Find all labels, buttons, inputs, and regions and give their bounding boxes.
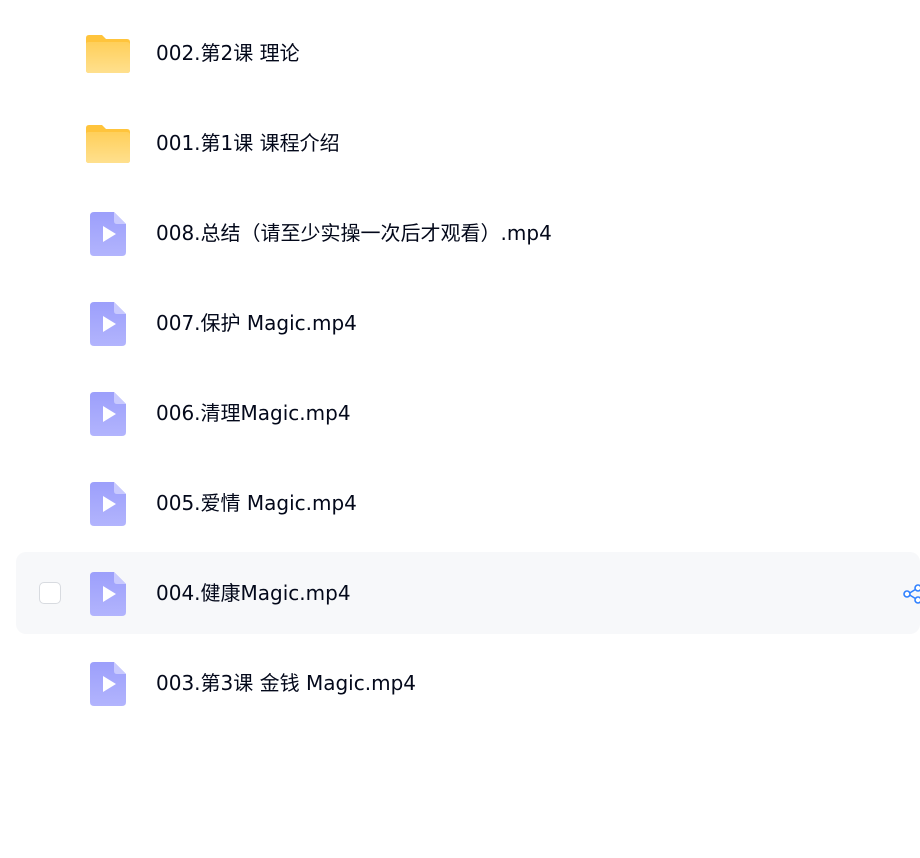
file-row[interactable]: 004.健康Magic.mp4 (16, 552, 920, 634)
file-row[interactable]: 006.清理Magic.mp4 (16, 372, 920, 454)
video-file-icon (84, 570, 132, 618)
file-name[interactable]: 001.第1课 课程介绍 (156, 102, 340, 184)
file-name[interactable]: 003.第3课 金钱 Magic.mp4 (156, 642, 416, 724)
video-file-icon (84, 660, 132, 708)
file-row[interactable]: 008.总结（请至少实操一次后才观看）.mp4 (16, 192, 920, 274)
video-file-icon (84, 300, 132, 348)
file-name[interactable]: 005.爱情 Magic.mp4 (156, 462, 357, 544)
video-file-icon (84, 480, 132, 528)
folder-icon (84, 30, 132, 78)
file-name[interactable]: 004.健康Magic.mp4 (156, 552, 351, 634)
file-name[interactable]: 002.第2课 理论 (156, 12, 300, 94)
file-name[interactable]: 006.清理Magic.mp4 (156, 372, 351, 454)
file-name[interactable]: 008.总结（请至少实操一次后才观看）.mp4 (156, 192, 552, 274)
video-file-icon (84, 390, 132, 438)
file-list: 002.第2课 理论 001.第1课 课程介绍 008.总结（请至少实操一次后才… (0, 12, 920, 732)
file-name[interactable]: 007.保护 Magic.mp4 (156, 282, 357, 364)
video-file-icon (84, 210, 132, 258)
file-row[interactable]: 005.爱情 Magic.mp4 (16, 462, 920, 544)
share-icon[interactable] (902, 583, 920, 605)
folder-row[interactable]: 001.第1课 课程介绍 (16, 102, 920, 184)
file-row[interactable]: 003.第3课 金钱 Magic.mp4 (16, 642, 920, 724)
select-checkbox[interactable] (39, 582, 61, 604)
folder-icon (84, 120, 132, 168)
folder-row[interactable]: 002.第2课 理论 (16, 12, 920, 94)
file-row[interactable]: 007.保护 Magic.mp4 (16, 282, 920, 364)
